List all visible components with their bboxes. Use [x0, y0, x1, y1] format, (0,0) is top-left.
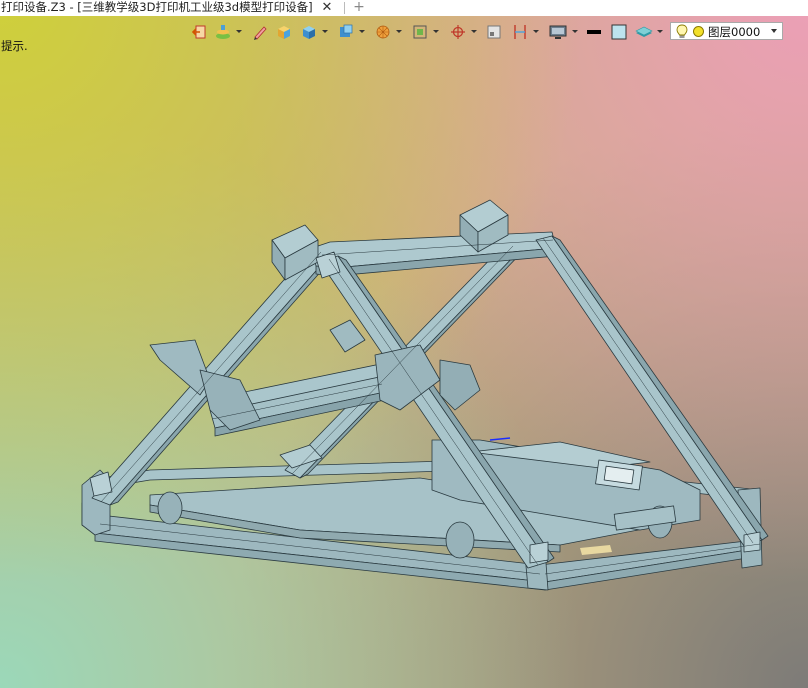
3d-printer-model[interactable] [0, 0, 808, 688]
close-icon[interactable]: ✕ [320, 0, 334, 16]
orient-frame-icon[interactable] [412, 22, 428, 42]
chevron-down-icon[interactable] [433, 30, 439, 33]
chevron-down-icon[interactable] [236, 30, 242, 33]
pencil-icon[interactable] [252, 22, 268, 42]
monitor-icon[interactable] [549, 22, 567, 42]
command-hint: 提示. [1, 39, 28, 53]
chevron-down-icon[interactable] [322, 30, 328, 33]
line-color-icon[interactable] [586, 22, 602, 42]
chevron-down-icon[interactable] [572, 30, 578, 33]
chevron-down-icon[interactable] [396, 30, 402, 33]
exit-icon[interactable] [191, 22, 207, 42]
layer-color-dot-icon [693, 26, 704, 37]
target-icon[interactable] [450, 22, 466, 42]
document-tab-title: 打印设备.Z3 - [三维教学级3D打印机工业级3d模型打印设备] [1, 0, 313, 14]
chevron-down-icon[interactable] [771, 29, 777, 33]
tree-layers-icon[interactable] [215, 22, 231, 42]
chevron-down-icon[interactable] [533, 30, 539, 33]
tab-divider [344, 2, 345, 14]
render-sphere-icon[interactable] [375, 22, 391, 42]
cube-icon[interactable] [301, 22, 317, 42]
document-tab[interactable]: 打印设备.Z3 - [三维教学级3D打印机工业级3d模型打印设备] [0, 0, 317, 16]
chevron-down-icon[interactable] [359, 30, 365, 33]
view-cube-icon[interactable] [338, 22, 354, 42]
add-tab-icon[interactable]: + [352, 0, 366, 16]
bulb-icon[interactable] [675, 24, 689, 44]
chevron-down-icon[interactable] [471, 30, 477, 33]
graphics-viewport[interactable]: 打印设备.Z3 - [三维教学级3D打印机工业级3d模型打印设备] ✕ + 提示… [0, 0, 808, 688]
box-shade-icon[interactable] [276, 22, 292, 42]
measure-icon[interactable] [512, 22, 528, 42]
layer-select[interactable]: 图层0000 [670, 22, 783, 40]
document-tab-bar: 打印设备.Z3 - [三维教学级3D打印机工业级3d模型打印设备] ✕ + [0, 0, 808, 16]
face-color-icon[interactable] [611, 22, 627, 42]
chevron-down-icon[interactable] [657, 30, 663, 33]
layer-name: 图层0000 [708, 25, 761, 39]
small-window-icon[interactable] [486, 22, 502, 42]
layer-stack-icon[interactable] [635, 22, 653, 42]
